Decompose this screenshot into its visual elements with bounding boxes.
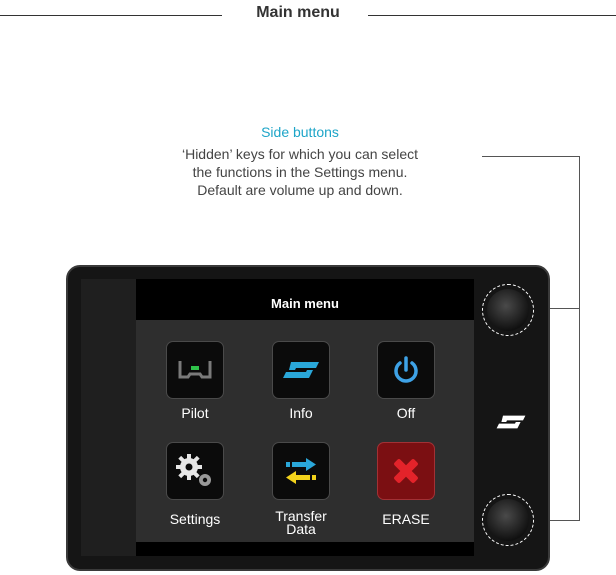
info-label: Info <box>289 405 313 421</box>
erase-label: ERASE <box>382 511 430 527</box>
pilot-button[interactable] <box>166 341 224 399</box>
heading-rule-right <box>368 15 616 16</box>
transfer-data-label: Transfer Data <box>251 508 351 537</box>
pilot-label: Pilot <box>181 405 209 421</box>
transfer-data-label-line-1: Transfer Data <box>275 508 327 537</box>
annotation-title: Side buttons <box>261 124 339 140</box>
side-button-down-highlight <box>482 494 534 546</box>
erase-x-icon <box>394 459 418 483</box>
annotation-line-1: ‘Hidden’ keys for which you can select <box>181 146 419 162</box>
info-logo-icon <box>283 362 319 378</box>
leader-line-top <box>482 156 580 157</box>
annotation-line-3: Default are volume up and down. <box>197 182 403 198</box>
side-button-up-highlight <box>482 284 534 336</box>
device-left-strip <box>81 279 136 556</box>
settings-label: Settings <box>169 511 221 527</box>
transfer-data-button[interactable] <box>272 442 330 500</box>
info-button[interactable] <box>272 341 330 399</box>
brand-logo-icon <box>496 415 526 429</box>
brand-logo <box>494 414 528 435</box>
erase-button[interactable] <box>377 442 435 500</box>
heading-rule-left <box>0 15 222 16</box>
off-button[interactable] <box>377 341 435 399</box>
annotation-line-2: the functions in the Settings menu. <box>192 164 408 180</box>
settings-button[interactable] <box>166 442 224 500</box>
off-label: Off <box>396 405 416 421</box>
pilot-icon <box>178 361 212 379</box>
leader-line-vertical <box>579 156 580 521</box>
page-heading: Main menu <box>256 4 340 21</box>
power-icon <box>394 356 418 383</box>
screen-title: Main menu <box>271 296 339 311</box>
settings-gears-icon <box>176 454 211 486</box>
transfer-arrows-icon <box>286 458 316 484</box>
